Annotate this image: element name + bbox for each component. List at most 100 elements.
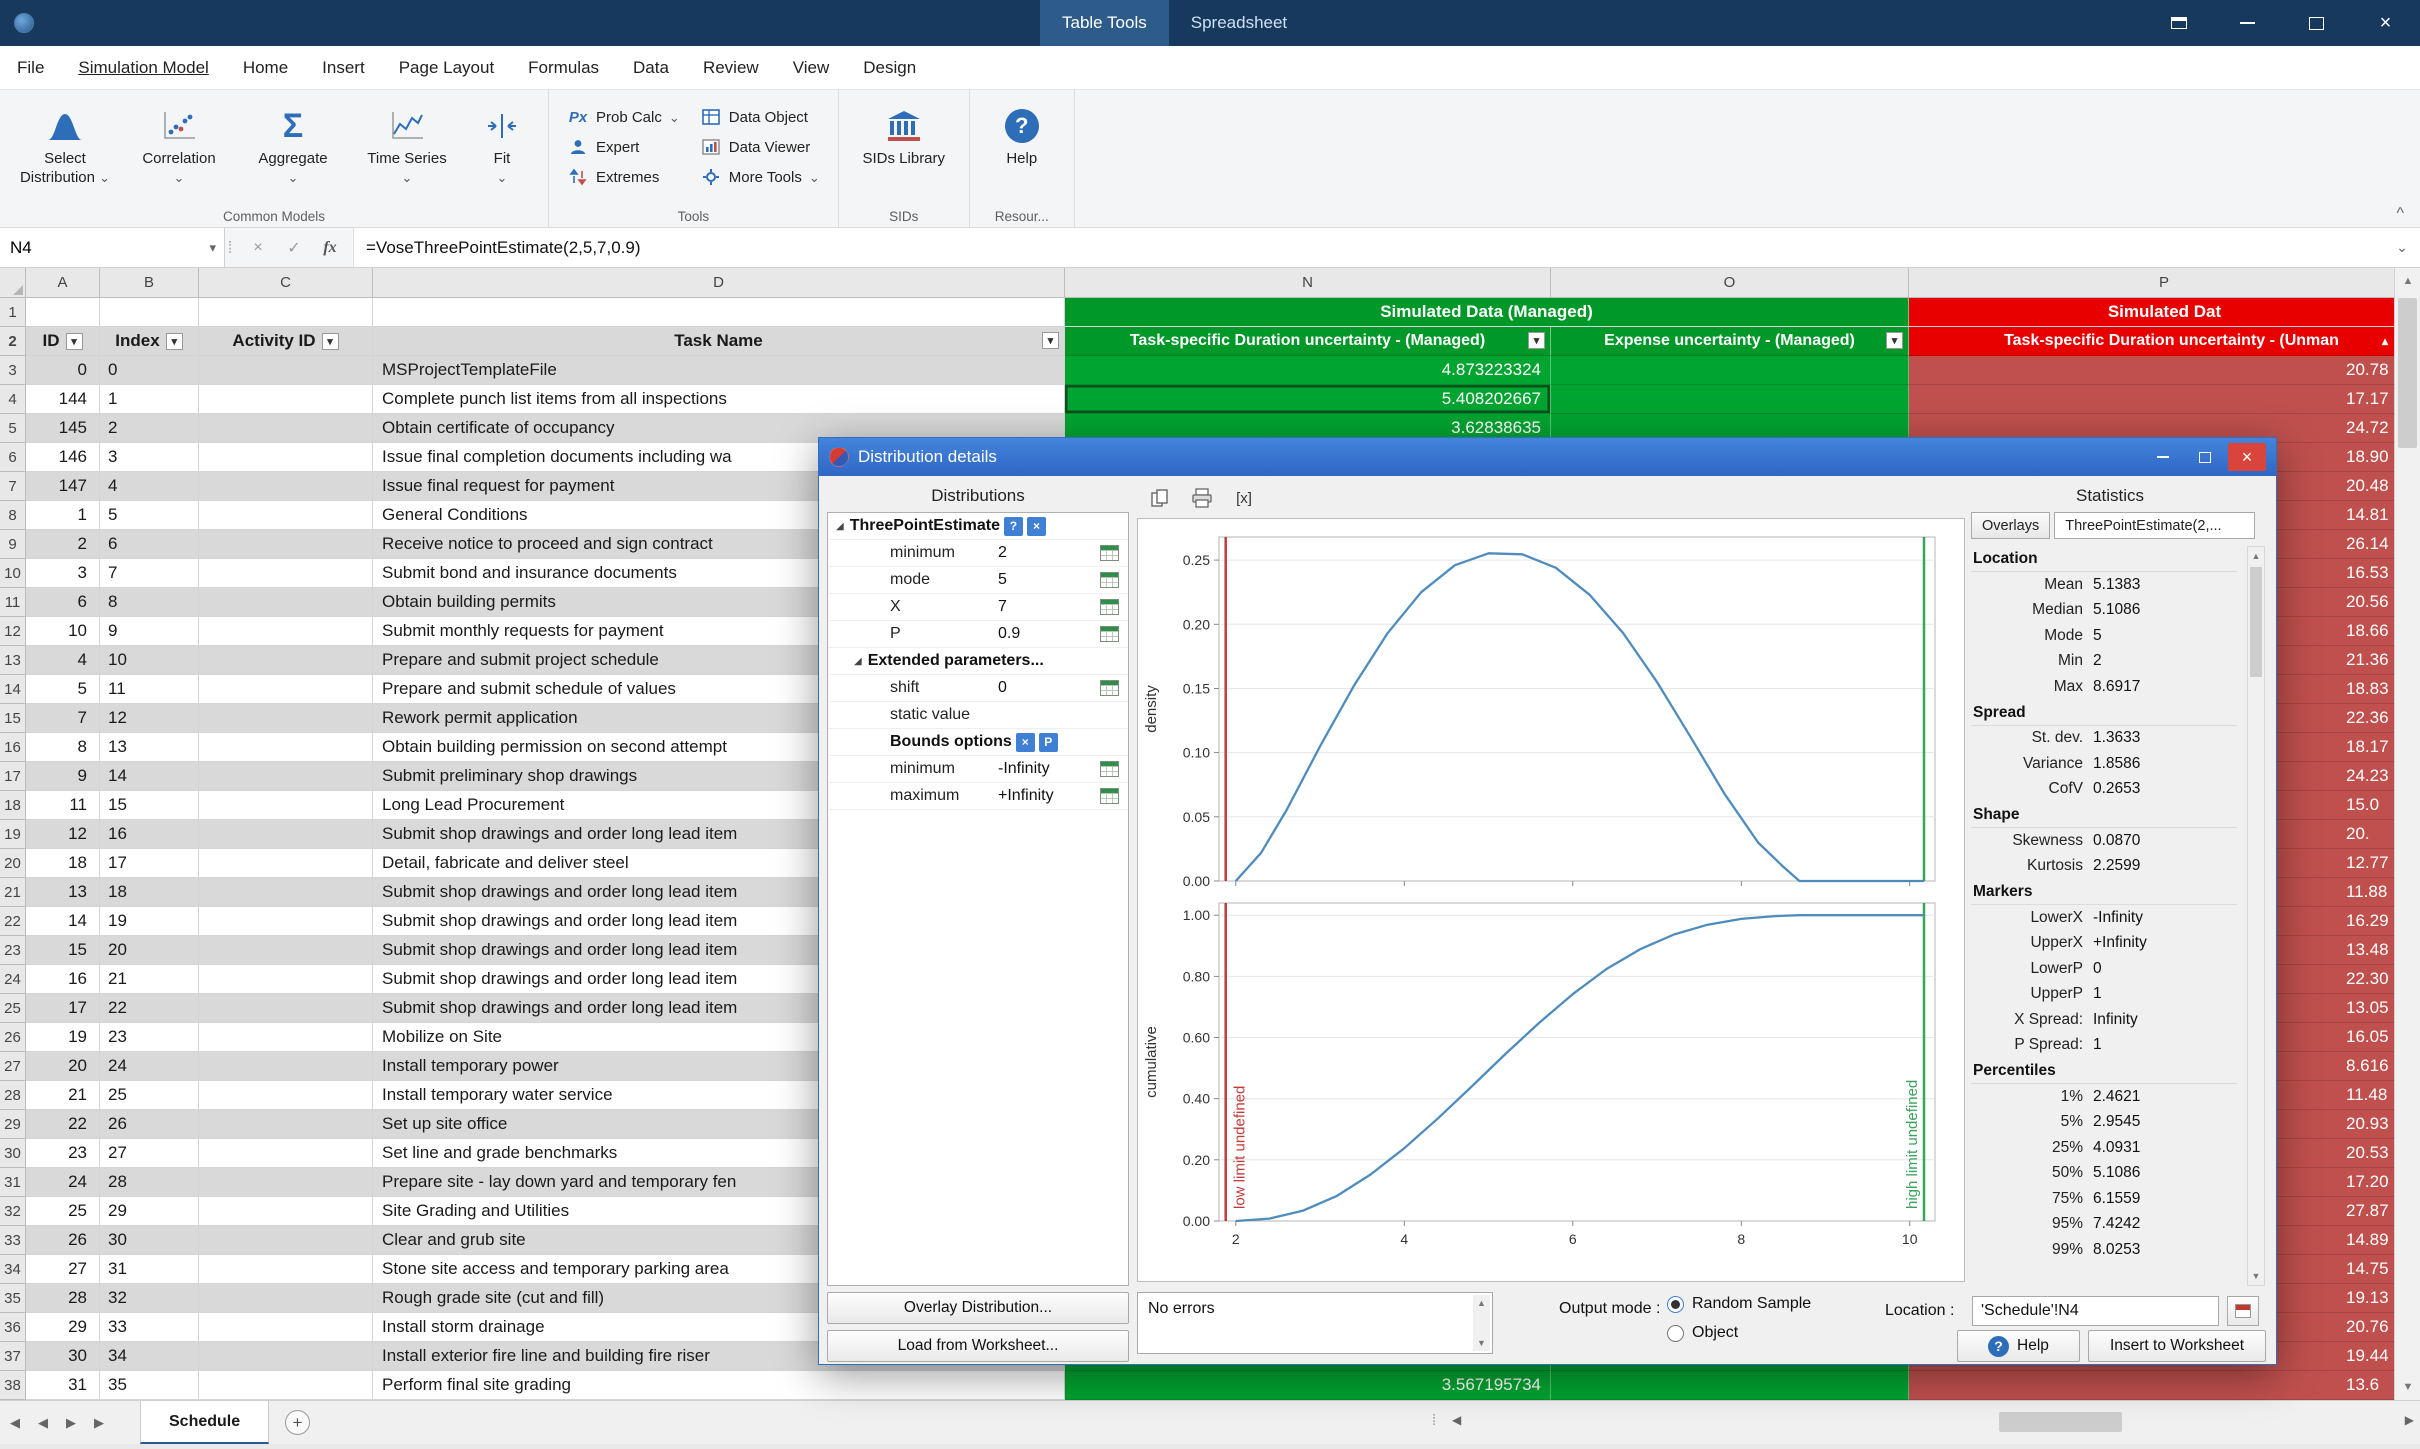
horizontal-scrollbar[interactable] <box>1480 1409 2392 1435</box>
menu-tab-review[interactable]: Review <box>686 46 776 89</box>
cell-index[interactable]: 23 <box>100 1023 199 1052</box>
cell-activity-id[interactable] <box>199 733 373 762</box>
cell-index[interactable]: 35 <box>100 1371 199 1400</box>
stats-scroll-down-icon[interactable]: ▼ <box>2248 1267 2264 1285</box>
row-header[interactable]: 2 <box>0 327 26 356</box>
menu-tab-view[interactable]: View <box>776 46 847 89</box>
cell-index[interactable]: 31 <box>100 1255 199 1284</box>
stats-scrollbar-thumb[interactable] <box>2250 567 2262 677</box>
header-activity-id[interactable]: Activity ID ▾ <box>199 327 373 356</box>
cell-id[interactable]: 12 <box>26 820 100 849</box>
header-task-name[interactable]: Task Name ▾ <box>373 327 1065 356</box>
cell-activity-id[interactable] <box>199 1197 373 1226</box>
cell-id[interactable]: 4 <box>26 646 100 675</box>
row-header[interactable]: 13 <box>0 646 26 675</box>
cell-index[interactable]: 6 <box>100 530 199 559</box>
cell-duration-managed[interactable]: 3.567195734 <box>1065 1371 1551 1400</box>
filter-icon[interactable]: ▾ <box>1042 332 1059 349</box>
cell-duration-unmanaged[interactable]: 17.17 <box>1909 385 2420 414</box>
row-header[interactable]: 16 <box>0 733 26 762</box>
cell-id[interactable]: 0 <box>26 356 100 385</box>
data-viewer-button[interactable]: Data Viewer <box>692 134 828 160</box>
row-header[interactable]: 21 <box>0 878 26 907</box>
parameter-value[interactable]: 0.9 <box>998 625 1020 643</box>
row-header[interactable]: 1 <box>0 298 26 327</box>
menu-tab-data[interactable]: Data <box>616 46 686 89</box>
range-picker-button[interactable] <box>2227 1296 2259 1326</box>
worksheet-link-icon[interactable] <box>1100 761 1119 777</box>
cell-id[interactable]: 14 <box>26 907 100 936</box>
column-header-N[interactable]: N <box>1065 268 1551 298</box>
cell-index[interactable]: 20 <box>100 936 199 965</box>
cell-activity-id[interactable] <box>199 1226 373 1255</box>
header-index[interactable]: Index ▾ <box>100 327 199 356</box>
tree-subgroup[interactable]: Bounds options × P <box>828 729 1128 756</box>
cell-duration-unmanaged[interactable]: 20.78 <box>1909 356 2420 385</box>
cell-duration-unmanaged[interactable]: 13.6 <box>1909 1371 2420 1400</box>
worksheet-link-icon[interactable] <box>1100 680 1119 696</box>
cell-id[interactable]: 5 <box>26 675 100 704</box>
name-box[interactable]: N4 ▾ <box>0 228 225 267</box>
cell-duration-managed[interactable]: 4.873223324 <box>1065 356 1551 385</box>
cell-activity-id[interactable] <box>199 530 373 559</box>
row-header[interactable]: 37 <box>0 1342 26 1371</box>
row-header[interactable]: 22 <box>0 907 26 936</box>
insert-to-worksheet-button[interactable]: Insert to Worksheet <box>2088 1330 2266 1362</box>
cell-id[interactable]: 10 <box>26 617 100 646</box>
help-button[interactable]: ? Help <box>980 96 1064 201</box>
next-sheet-button[interactable]: ▶ <box>66 1415 76 1431</box>
cell-index[interactable]: 14 <box>100 762 199 791</box>
cell-id[interactable]: 144 <box>26 385 100 414</box>
ribbon-display-options-button[interactable] <box>2144 0 2213 46</box>
cell-id[interactable]: 15 <box>26 936 100 965</box>
green-banner-cell[interactable]: Simulated Data (Managed) <box>1065 298 1909 327</box>
aggregate-button[interactable]: Σ Aggregate ⌄ <box>238 96 348 201</box>
header-duration-unmanaged[interactable]: Task-specific Duration uncertainty - (Un… <box>1909 327 2420 356</box>
cell-id[interactable]: 25 <box>26 1197 100 1226</box>
cell-id[interactable]: 24 <box>26 1168 100 1197</box>
row-header[interactable]: 20 <box>0 849 26 878</box>
worksheet-link-icon[interactable] <box>1100 626 1119 642</box>
row-header[interactable]: 25 <box>0 994 26 1023</box>
tree-button-close[interactable]: × <box>1026 516 1046 536</box>
cell-index[interactable]: 19 <box>100 907 199 936</box>
cell-index[interactable]: 30 <box>100 1226 199 1255</box>
cell-index[interactable]: 4 <box>100 472 199 501</box>
cell-id[interactable]: 28 <box>26 1284 100 1313</box>
tree-group[interactable]: ◢ Extended parameters... <box>828 648 1128 675</box>
sheet-tab-schedule[interactable]: Schedule <box>140 1401 270 1444</box>
row-header[interactable]: 36 <box>0 1313 26 1342</box>
row-header[interactable]: 4 <box>0 385 26 414</box>
cell-index[interactable]: 33 <box>100 1313 199 1342</box>
cell-index[interactable]: 0 <box>100 356 199 385</box>
menu-tab-insert[interactable]: Insert <box>305 46 382 89</box>
cell-activity-id[interactable] <box>199 646 373 675</box>
formula-input[interactable]: =VoseThreePointEstimate(2,5,7,0.9) <box>354 228 2384 267</box>
cell-id[interactable]: 145 <box>26 414 100 443</box>
cell-id[interactable]: 6 <box>26 588 100 617</box>
cell[interactable] <box>199 298 373 327</box>
copy-chart-button[interactable] <box>1145 485 1175 511</box>
parameter-value[interactable]: -Infinity <box>998 760 1050 778</box>
row-header[interactable]: 29 <box>0 1110 26 1139</box>
parameter-value[interactable]: 0 <box>998 679 1007 697</box>
dialog-maximize-button[interactable] <box>2186 443 2224 471</box>
cell-index[interactable]: 18 <box>100 878 199 907</box>
expander-icon[interactable]: ◢ <box>854 656 862 667</box>
filter-icon[interactable]: ▾ <box>65 332 83 350</box>
random-sample-radio[interactable]: Random Sample <box>1667 1295 1811 1313</box>
cancel-entry-button[interactable]: × <box>241 239 275 257</box>
data-object-button[interactable]: Data Object <box>692 104 828 130</box>
cell-index[interactable]: 25 <box>100 1081 199 1110</box>
dialog-minimize-button[interactable] <box>2144 443 2182 471</box>
correlation-button[interactable]: Correlation ⌄ <box>124 96 234 201</box>
load-from-worksheet-button[interactable]: Load from Worksheet... <box>827 1330 1129 1362</box>
overlay-distribution-button[interactable]: Overlay Distribution... <box>827 1292 1129 1324</box>
column-header-B[interactable]: B <box>100 268 199 298</box>
cell-activity-id[interactable] <box>199 472 373 501</box>
cell-index[interactable]: 12 <box>100 704 199 733</box>
cell-id[interactable]: 3 <box>26 559 100 588</box>
cell-activity-id[interactable] <box>199 936 373 965</box>
cell-activity-id[interactable] <box>199 1284 373 1313</box>
sids-library-button[interactable]: SIDs Library <box>849 96 959 201</box>
